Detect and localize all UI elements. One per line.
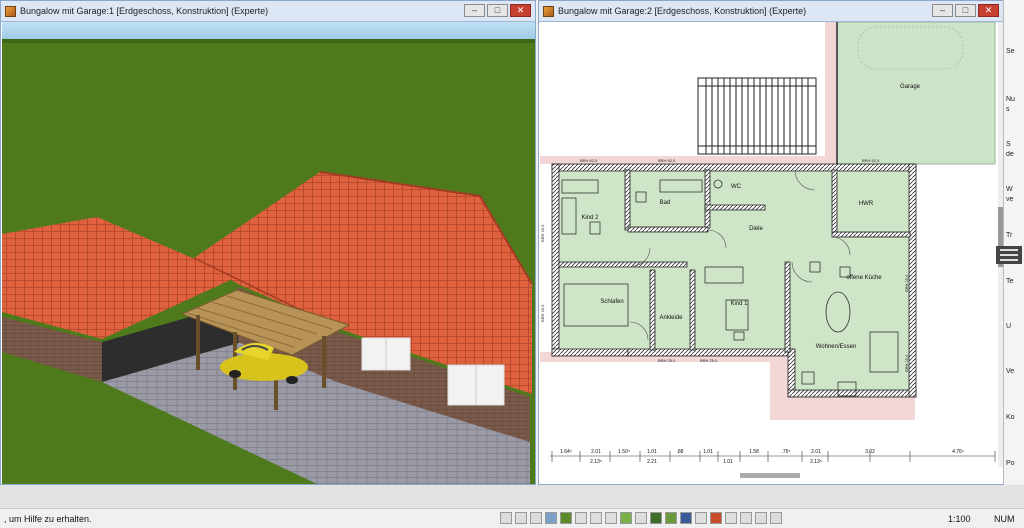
hatch-icon[interactable] [575,512,587,524]
dim-label: 2.01 [591,449,601,455]
dim-label: .88 [677,449,684,455]
minimize-button[interactable]: – [932,4,953,17]
horizontal-scrollbar[interactable] [740,473,800,478]
brh-label: BRH 25,0 [904,354,909,372]
dim-label: 3.02 [865,449,875,455]
scale-readout: 1:100 [948,514,971,524]
status-bar: , um Hilfe zu erhalten. 1:100 NUM [0,508,1024,528]
plant-icon[interactable] [620,512,632,524]
app-icon [5,5,16,17]
numlock-indicator: NUM [994,514,1015,524]
dim-label: 1.01 [723,459,733,465]
room-hwr: HWR [859,201,874,207]
titlebar-plan[interactable]: Bungalow mit Garage:2 [Erdgeschoss, Kons… [539,1,1003,22]
side-panel-item[interactable]: Te [1006,278,1024,285]
dim-label: 1.50⁵ [618,449,630,455]
dim-label: 2.21 [647,459,657,465]
room-bad: Bad [660,200,671,206]
carport-post [196,315,200,370]
brh-label: BRH 25,0 [904,274,909,292]
window-title: Bungalow mit Garage:1 [Erdgeschoss, Kons… [20,6,269,16]
status-hint: , um Hilfe zu erhalten. [4,514,92,524]
side-panel: Se Nu s S de W ve Tr Te U Ve Ko Po [996,0,1024,484]
dim-label: 2.13⁵ [590,459,602,465]
pencil-icon[interactable] [530,512,542,524]
3d-viewport[interactable] [2,22,535,484]
sky [2,22,535,40]
mdi-background [0,485,1024,508]
side-panel-item[interactable]: Nu [1006,96,1024,103]
fence-icon[interactable] [590,512,602,524]
room-kind1: Kind 1 [730,301,748,307]
dim-label: 2.13⁵ [810,459,822,465]
floorplan: Garage Kind 2 Bad WC HWR Diele offene Kü… [540,22,1003,478]
dim-label: 1.58 [749,449,759,455]
side-panel-item[interactable]: U [1006,323,1024,330]
brh-label: BRH 62,5 [658,158,676,163]
terrain-icon[interactable] [545,512,557,524]
close-button[interactable]: ✕ [978,4,999,17]
car-tool-icon[interactable] [500,512,512,524]
dim-label: 1.01 [647,449,657,455]
chair-icon[interactable] [635,512,647,524]
side-panel-item[interactable]: Se [1006,48,1024,55]
garage-floor [836,22,996,165]
material-icon[interactable] [710,512,722,524]
side-panel-item[interactable]: de [1006,151,1024,158]
room-kind2: Kind 2 [581,215,599,221]
side-panel-item[interactable]: W [1006,186,1024,193]
side-panel-item[interactable]: S [1006,141,1024,148]
side-panel-item[interactable]: Ve [1006,368,1024,375]
room-wohnen: Wohnen/Essen [816,344,857,350]
brh-label: BRH 25,0 [540,224,545,242]
app-icon [543,5,554,17]
dimension-line: 1.64⁵ 2.01 2.13⁵ 1.50⁵ 1.01 2.21 .88 1.0… [550,449,996,465]
car-icon[interactable] [680,512,692,524]
dim-label: 4.76⁵ [952,449,964,455]
status-toolbar [500,512,782,526]
lawn-icon[interactable] [560,512,572,524]
room-kueche: offene Küche [846,275,882,281]
room-wc: WC [731,184,742,190]
side-panel-item[interactable]: s [1006,106,1024,113]
layers-icon[interactable] [725,512,737,524]
bush-icon[interactable] [665,512,677,524]
dim-label: 1.64⁵ [560,449,572,455]
brh-label: BRH 25,0 [658,358,676,363]
tree-icon[interactable] [650,512,662,524]
window-3d: Bungalow mit Garage:1 [Erdgeschoss, Kons… [0,0,536,485]
brh-label: BRH 25,0 [540,304,545,322]
maximize-button[interactable]: □ [955,4,976,17]
window-plan: Bungalow mit Garage:2 [Erdgeschoss, Kons… [538,0,1004,485]
side-panel-item[interactable]: Ko [1006,414,1024,421]
lamp-icon[interactable] [755,512,767,524]
floorplan-viewport[interactable]: Garage Kind 2 Bad WC HWR Diele offene Kü… [540,22,1003,484]
carport-grid [697,77,817,155]
side-panel-item[interactable]: Tr [1006,232,1024,239]
grid-icon[interactable] [515,512,527,524]
3d-scene [2,22,535,484]
brh-label: BRH 62,5 [862,158,880,163]
brh-label: BRH 62,5 [580,158,598,163]
titlebar-3d[interactable]: Bungalow mit Garage:1 [Erdgeschoss, Kons… [1,1,535,22]
room-garage: Garage [900,84,921,90]
close-button[interactable]: ✕ [510,4,531,17]
person-icon[interactable] [605,512,617,524]
room-schlafen: Schlafen [600,299,623,305]
dim-label: 2.01 [811,449,821,455]
panel-splitter-handle[interactable] [996,246,1022,264]
brh-label: BRH 25,0 [700,358,718,363]
furniture-icon[interactable] [695,512,707,524]
minimize-button[interactable]: – [464,4,485,17]
dim-label: .75⁵ [781,449,790,455]
dim-label: 1.01 [703,449,713,455]
room-ankleide: Ankleide [659,315,683,321]
window-title: Bungalow mit Garage:2 [Erdgeschoss, Kons… [558,6,807,16]
room-diele: Diele [749,226,763,232]
side-panel-item[interactable]: Po [1006,460,1024,467]
maximize-button[interactable]: □ [487,4,508,17]
side-panel-item[interactable]: ve [1006,196,1024,203]
camera-icon[interactable] [770,512,782,524]
text-icon[interactable] [740,512,752,524]
